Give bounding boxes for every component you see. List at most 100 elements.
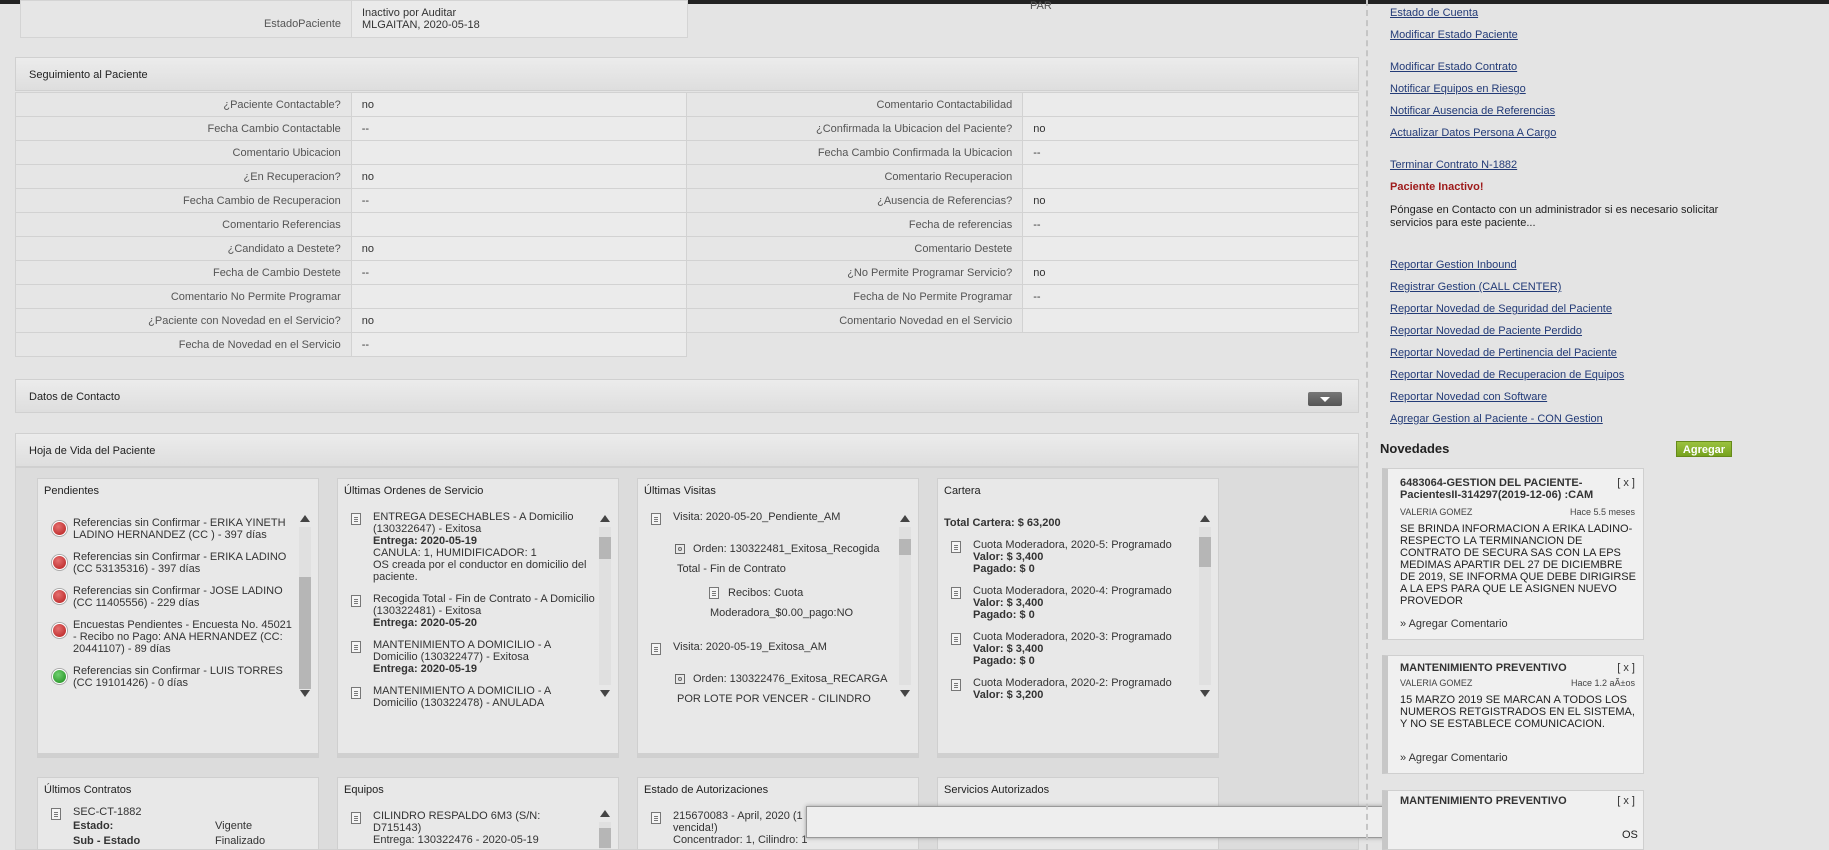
cartera-scrollbar[interactable] <box>1198 515 1212 697</box>
visita-orden[interactable]: Orden: 130322481_Exitosa_Recogida Total … <box>643 539 896 579</box>
scroll-up-icon[interactable] <box>300 515 310 522</box>
scroll-down-icon[interactable] <box>300 690 310 697</box>
close-icon[interactable]: [ x ] <box>1617 795 1635 807</box>
link-agregar-gestion[interactable]: Agregar Gestion al Paciente - CON Gestio… <box>1390 413 1603 425</box>
hoja-de-vida-header[interactable]: Hoja de Vida del Paciente <box>15 433 1359 467</box>
estado-paciente-table: EstadoPaciente Inactivo por Auditar MLGA… <box>20 0 688 38</box>
seguimiento-row: ¿En Recuperacion? no Comentario Recuperaci… <box>15 164 1359 189</box>
expand-toggle-button[interactable] <box>1308 392 1342 406</box>
pendiente-item[interactable]: Referencias sin Confirmar - LUIS TORRES … <box>43 665 296 689</box>
visita-item[interactable]: Visita: 2020-05-19_Exitosa_AM <box>643 641 896 655</box>
field-value <box>350 212 688 237</box>
field-value: no <box>1022 116 1359 141</box>
seguimiento-row: Fecha Cambio Contactable -- ¿Confirmada la… <box>15 116 1359 141</box>
link-novedad-seguridad[interactable]: Reportar Novedad de Seguridad del Pacien… <box>1390 303 1612 315</box>
field-label: Comentario Novedad en el Servicio <box>686 308 1024 333</box>
field-label: ¿Confirmada la Ubicacion del Paciente? <box>686 116 1024 141</box>
cartera-item[interactable]: Cuota Moderadora, 2020-4: Programado Valo… <box>943 585 1196 621</box>
novedad-card: MANTENIMIENTO PREVENTIVO [ x ] VALERIA G… <box>1382 655 1644 774</box>
link-registrar-gestion[interactable]: Registrar Gestion (CALL CENTER) <box>1390 281 1561 293</box>
agregar-comentario-link[interactable]: » Agregar Comentario <box>1400 752 1508 764</box>
pendientes-scrollbar[interactable] <box>298 515 312 697</box>
link-notificar-equipos-riesgo[interactable]: Notificar Equipos en Riesgo <box>1390 83 1526 95</box>
link-estado-cuenta[interactable]: Estado de Cuenta <box>1390 7 1478 19</box>
field-label: Comentario Recuperacion <box>686 164 1024 189</box>
ordenes-list[interactable]: ENTREGA DESECHABLES - A Domicilio (13032… <box>343 511 596 749</box>
link-modificar-estado-paciente[interactable]: Modificar Estado Paciente <box>1390 29 1518 41</box>
estado-paciente-value: Inactivo por Auditar MLGAITAN, 2020-05-1… <box>351 0 688 38</box>
scroll-thumb[interactable] <box>599 537 611 559</box>
scroll-up-icon[interactable] <box>1200 515 1210 522</box>
link-novedad-recuperacion[interactable]: Reportar Novedad de Recuperacion de Equi… <box>1390 369 1624 381</box>
ordenes-scrollbar[interactable] <box>598 515 612 697</box>
pendientes-title: Pendientes <box>44 485 100 497</box>
scroll-thumb[interactable] <box>299 577 311 689</box>
visita-orden[interactable]: Orden: 130322476_Exitosa_RECARGA POR LOT… <box>643 669 896 709</box>
visitas-scrollbar[interactable] <box>898 515 912 697</box>
contratos-box: Últimos Contratos SEC-CT-1882 Estado: Vig… <box>37 777 319 850</box>
cartera-item[interactable]: Cuota Moderadora, 2020-5: Programado Valo… <box>943 539 1196 575</box>
link-notificar-ausencia-referencias[interactable]: Notificar Ausencia de Referencias <box>1390 105 1555 117</box>
link-actualizar-datos-persona[interactable]: Actualizar Datos Persona A Cargo <box>1390 127 1556 139</box>
orden-item[interactable]: ENTREGA DESECHABLES - A Domicilio (13032… <box>343 511 596 583</box>
link-modificar-estado-contrato[interactable]: Modificar Estado Contrato <box>1390 61 1517 73</box>
equipo-item[interactable]: CILINDRO RESPALDO 6M3 (S/N: D715143) Entr… <box>343 810 583 849</box>
scroll-thumb[interactable] <box>899 539 911 555</box>
field-label: Fecha Cambio Confirmada la Ubicacion <box>686 140 1024 165</box>
equipos-scrollbar[interactable] <box>598 810 612 849</box>
status-red-icon <box>52 521 67 536</box>
contrato-item[interactable]: SEC-CT-1882 Estado: Vigente Sub - Estado F… <box>43 806 303 847</box>
visitas-list[interactable]: Visita: 2020-05-20_Pendiente_AM Orden: 1… <box>643 511 896 749</box>
sidebar: Estado de Cuenta Modificar Estado Pacien… <box>1372 0 1829 850</box>
receipt-icon <box>709 587 719 599</box>
seguimiento-header[interactable]: Seguimiento al Paciente <box>15 57 1359 91</box>
field-value <box>350 140 688 165</box>
datos-contacto-header[interactable]: Datos de Contacto <box>15 379 1359 413</box>
pendiente-item[interactable]: Encuestas Pendientes - Encuesta No. 4502… <box>43 619 296 655</box>
agregar-comentario-link[interactable]: » Agregar Comentario <box>1400 618 1508 630</box>
orden-item[interactable]: MANTENIMIENTO A DOMICILIO - A Domicilio … <box>343 639 596 675</box>
field-label: ¿Paciente Contactable? <box>15 92 352 117</box>
link-novedad-perdido[interactable]: Reportar Novedad de Paciente Perdido <box>1390 325 1582 337</box>
link-novedad-pertinencia[interactable]: Reportar Novedad de Pertinencia del Paci… <box>1390 347 1617 359</box>
document-icon <box>951 633 961 645</box>
novedad-user: VALERIA GOMEZ <box>1400 507 1473 517</box>
cartera-item[interactable]: Cuota Moderadora, 2020-3: Programado Valo… <box>943 631 1196 667</box>
pendientes-list[interactable]: Referencias sin Confirmar - ERIKA YINETH… <box>43 517 296 749</box>
field-value: no <box>350 308 688 333</box>
field-value: -- <box>1022 284 1359 309</box>
scroll-down-icon[interactable] <box>1200 690 1210 697</box>
pendiente-item[interactable]: Referencias sin Confirmar - JOSE LADINO … <box>43 585 296 609</box>
novedad-title: MANTENIMIENTO PREVENTIVO <box>1400 795 1567 807</box>
link-terminar-contrato[interactable]: Terminar Contrato N-1882 <box>1390 159 1517 171</box>
cartera-list[interactable]: Total Cartera: $ 63,200 Cuota Moderadora… <box>943 517 1196 749</box>
cartera-item[interactable]: Cuota Moderadora, 2020-2: Programado Valo… <box>943 677 1196 701</box>
scroll-up-icon[interactable] <box>600 810 610 817</box>
field-value: -- <box>350 332 688 357</box>
field-label: ¿En Recuperacion? <box>15 164 352 189</box>
novedad-body: SE BRINDA INFORMACION A ERIKA LADINO- RE… <box>1400 523 1636 607</box>
scroll-down-icon[interactable] <box>900 690 910 697</box>
link-novedad-software[interactable]: Reportar Novedad con Software <box>1390 391 1547 403</box>
field-label: Comentario Ubicacion <box>15 140 352 165</box>
scroll-down-icon[interactable] <box>600 690 610 697</box>
scroll-up-icon[interactable] <box>600 515 610 522</box>
visita-item[interactable]: Visita: 2020-05-20_Pendiente_AM <box>643 511 896 525</box>
agregar-button[interactable]: Agregar <box>1676 441 1732 457</box>
pendiente-item[interactable]: Referencias sin Confirmar - ERIKA LADINO… <box>43 551 296 575</box>
seguimiento-row: ¿Paciente con Novedad en el Servicio? no C… <box>15 308 1359 333</box>
seguimiento-row: Comentario No Permite Programar Fecha de … <box>15 284 1359 309</box>
link-reportar-gestion-inbound[interactable]: Reportar Gestion Inbound <box>1390 259 1517 271</box>
document-icon <box>951 541 961 553</box>
scroll-thumb[interactable] <box>1199 537 1211 567</box>
orden-item[interactable]: MANTENIMIENTO A DOMICILIO - A Domicilio … <box>343 685 596 709</box>
pendiente-item[interactable]: Referencias sin Confirmar - ERIKA YINETH… <box>43 517 296 541</box>
orden-item[interactable]: Recogida Total - Fin de Contrato - A Dom… <box>343 593 596 629</box>
close-icon[interactable]: [ x ] <box>1617 477 1635 489</box>
close-icon[interactable]: [ x ] <box>1617 662 1635 674</box>
visita-recibo[interactable]: Recibos: Cuota Moderadora_$0.00_pago:NO <box>643 583 896 623</box>
novedad-user: VALERIA GOMEZ <box>1400 678 1473 688</box>
scroll-up-icon[interactable] <box>900 515 910 522</box>
status-red-icon <box>52 623 67 638</box>
scroll-thumb[interactable] <box>599 828 611 848</box>
